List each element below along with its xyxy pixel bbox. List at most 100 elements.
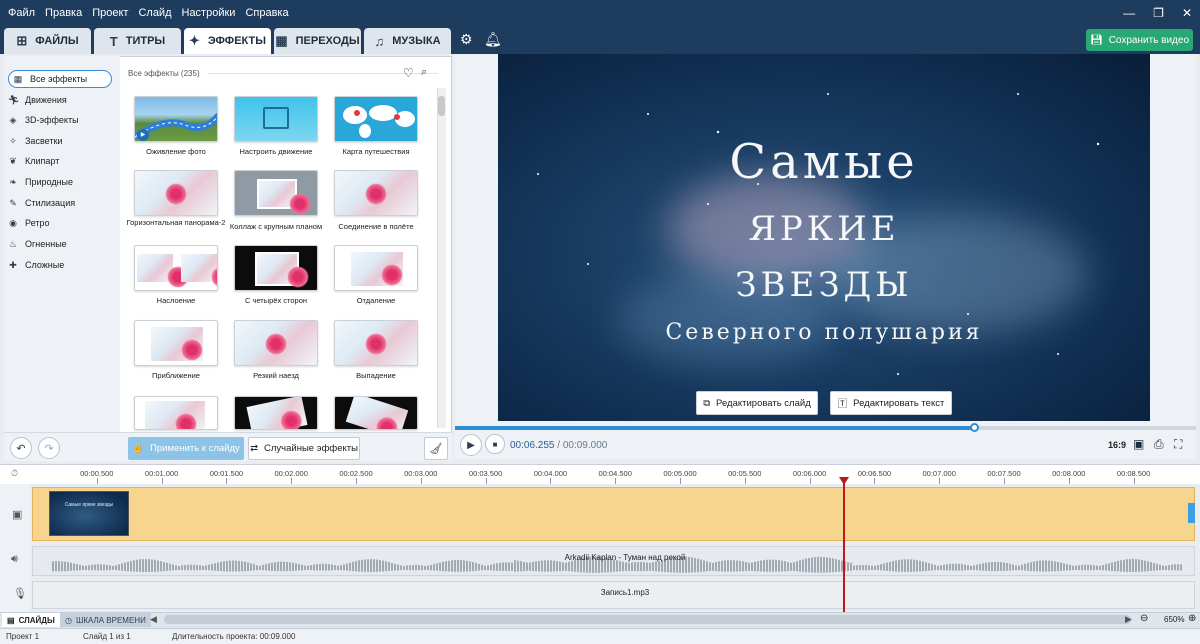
aspect-ratio[interactable]: 16:9 bbox=[1108, 440, 1126, 450]
menu-edit[interactable]: Правка bbox=[45, 7, 82, 19]
effect-thumb-zoom-in[interactable] bbox=[134, 320, 218, 366]
ruler-label: 00:08.000 bbox=[1052, 469, 1086, 478]
effect-thumb-zoom-out[interactable] bbox=[334, 245, 418, 291]
menu-settings[interactable]: Настройки bbox=[182, 7, 236, 19]
edit-slide-button[interactable]: ⧉ Редактировать слайд bbox=[696, 391, 818, 415]
effect-label: Соединение в полёте bbox=[338, 222, 414, 231]
redo-button[interactable]: ↷ bbox=[38, 437, 60, 459]
effect-label: Настроить движение bbox=[239, 147, 313, 156]
crop-icon[interactable]: ▣ bbox=[1133, 437, 1144, 451]
menu-file[interactable]: Файл bbox=[8, 7, 35, 19]
effect-thumb-custom-motion[interactable] bbox=[234, 96, 318, 142]
menu-slide[interactable]: Слайд bbox=[138, 7, 171, 19]
track-end-handle[interactable] bbox=[1188, 503, 1195, 523]
tab-titles[interactable]: T ТИТРЫ bbox=[94, 28, 181, 54]
status-project: Проект 1 bbox=[6, 632, 40, 641]
gear-icon[interactable]: ⚙ bbox=[460, 31, 473, 48]
slide-title-line3: звезды bbox=[735, 252, 913, 308]
category-nature[interactable]: ❧ Природные bbox=[8, 173, 112, 191]
category-clipart[interactable]: ❦ Клипарт bbox=[8, 152, 112, 170]
camera-icon: ◉ bbox=[9, 217, 17, 228]
minimize-button[interactable]: — bbox=[1123, 6, 1135, 20]
tab-timeline[interactable]: ◷ ШКАЛА ВРЕМЕНИ bbox=[60, 613, 151, 627]
timeline-scrollbar[interactable] bbox=[164, 615, 1131, 624]
ruler-label: 00:06.500 bbox=[857, 469, 892, 478]
category-styling[interactable]: ✎ Стилизация bbox=[8, 194, 112, 212]
play-button[interactable]: ▶ bbox=[460, 434, 482, 456]
timeline-slide-thumb[interactable]: Самые яркие звезды bbox=[49, 491, 129, 536]
effect-label: Выпадение bbox=[356, 371, 396, 380]
effect-thumb[interactable] bbox=[234, 396, 318, 430]
slide-title-line1: Самые bbox=[729, 134, 919, 190]
category-light[interactable]: ✧ Засветки bbox=[8, 132, 112, 150]
stop-button[interactable]: ■ bbox=[485, 434, 505, 454]
zoom-out-icon[interactable]: ⊖ bbox=[1140, 613, 1148, 624]
fullscreen-icon[interactable]: ⛶ bbox=[1174, 437, 1182, 452]
bell-icon[interactable]: 🔔︎ bbox=[484, 31, 502, 48]
zoom-in-icon[interactable]: ⊕ bbox=[1188, 613, 1196, 624]
effect-thumb-collage-closeup[interactable] bbox=[234, 170, 318, 216]
tab-files[interactable]: ⊞ ФАЙЛЫ bbox=[4, 28, 91, 54]
tab-effects[interactable]: ✦ ЭФФЕКТЫ bbox=[184, 28, 271, 54]
effect-thumb[interactable] bbox=[134, 396, 218, 430]
search-icon[interactable]: ⌕ bbox=[421, 66, 427, 79]
ruler-label: 00:00.500 bbox=[80, 469, 114, 478]
effect-label: Приближение bbox=[152, 371, 200, 380]
snapshot-icon[interactable]: ⎙ bbox=[1154, 437, 1164, 452]
category-3d[interactable]: ◈ 3D-эффекты bbox=[8, 111, 112, 129]
ruler-tick bbox=[1004, 478, 1005, 484]
playback-knob[interactable] bbox=[969, 423, 979, 432]
effect-thumb-travel-map[interactable] bbox=[334, 96, 418, 142]
edit-text-button[interactable]: 🅃︎ Редактировать текст bbox=[830, 391, 952, 415]
random-effects-button[interactable]: ⇄ Случайные эффекты bbox=[248, 437, 360, 460]
ruler-label: 00:02.500 bbox=[339, 469, 373, 478]
ruler-tick bbox=[680, 478, 681, 484]
effect-thumb-sharp-zoom[interactable] bbox=[234, 320, 318, 366]
effect-thumb[interactable] bbox=[334, 396, 418, 430]
slide-preview[interactable]: Самые яркие звезды Северного полушария bbox=[498, 54, 1150, 421]
effect-thumb-four-sides[interactable] bbox=[234, 245, 318, 291]
ruler-label: 00:02.000 bbox=[274, 469, 308, 478]
apply-to-slide-button[interactable]: ☝ Применить к слайду bbox=[128, 437, 244, 460]
effect-thumb-drop[interactable] bbox=[334, 320, 418, 366]
effect-thumb-horizontal-pan[interactable] bbox=[134, 170, 218, 216]
save-video-button[interactable]: 💾︎ Сохранить видео bbox=[1086, 29, 1193, 51]
play-icon: ▶ bbox=[467, 439, 475, 451]
category-motion[interactable]: 🏃︎ Движения bbox=[8, 91, 112, 109]
effect-thumb-flight-join[interactable] bbox=[334, 170, 418, 216]
scroll-right-icon[interactable]: ▶ bbox=[1125, 614, 1132, 625]
effect-label: Карта путешествия bbox=[342, 147, 410, 156]
effects-count: Все эффекты (235) bbox=[128, 64, 438, 82]
effects-icon: ✦ bbox=[188, 33, 200, 48]
menu-bar: Файл Правка Проект Слайд Настройки Справ… bbox=[8, 0, 289, 26]
slides-icon: ▤ bbox=[7, 615, 15, 625]
maximize-button[interactable]: ❐ bbox=[1153, 6, 1164, 20]
ruler-tick bbox=[161, 478, 163, 484]
tab-slides[interactable]: ▤ СЛАЙДЫ bbox=[2, 613, 60, 627]
heart-icon[interactable]: ♡ bbox=[403, 66, 414, 80]
ruler-tick bbox=[96, 478, 98, 484]
video-track[interactable] bbox=[32, 487, 1195, 541]
tab-music[interactable]: ♫ МУЗЫКА bbox=[364, 28, 451, 54]
tab-transitions[interactable]: ▦ ПЕРЕХОДЫ bbox=[274, 28, 361, 54]
effect-thumb-photo-animation[interactable]: ▶ bbox=[134, 96, 218, 142]
effects-scrollbar[interactable] bbox=[437, 88, 446, 428]
ruler-tick bbox=[939, 478, 941, 484]
floppy-icon: 💾︎ bbox=[1089, 34, 1103, 46]
effect-thumb-layering[interactable] bbox=[134, 245, 218, 291]
undo-button[interactable]: ↶ bbox=[10, 437, 32, 459]
puzzle-icon: ✚ bbox=[9, 259, 17, 270]
category-complex[interactable]: ✚ Сложные bbox=[8, 256, 112, 274]
audio-track-label: Arkadii Kaplan - Туман над рекой bbox=[564, 553, 686, 562]
category-all-effects[interactable]: ▦ Все эффекты bbox=[8, 70, 112, 88]
effects-scroll-thumb[interactable] bbox=[438, 96, 445, 116]
playhead[interactable] bbox=[843, 478, 845, 612]
ruler-label: 00:03.500 bbox=[468, 469, 503, 478]
menu-project[interactable]: Проект bbox=[92, 7, 128, 19]
scroll-left-icon[interactable]: ◀ bbox=[150, 614, 157, 625]
menu-help[interactable]: Справка bbox=[245, 7, 288, 19]
category-retro[interactable]: ◉ Ретро bbox=[8, 214, 112, 232]
close-button[interactable]: ✕ bbox=[1182, 6, 1192, 20]
clear-effect-button[interactable]: 🧹︎ bbox=[424, 437, 448, 460]
category-fire[interactable]: ♨ Огненные bbox=[8, 235, 112, 253]
